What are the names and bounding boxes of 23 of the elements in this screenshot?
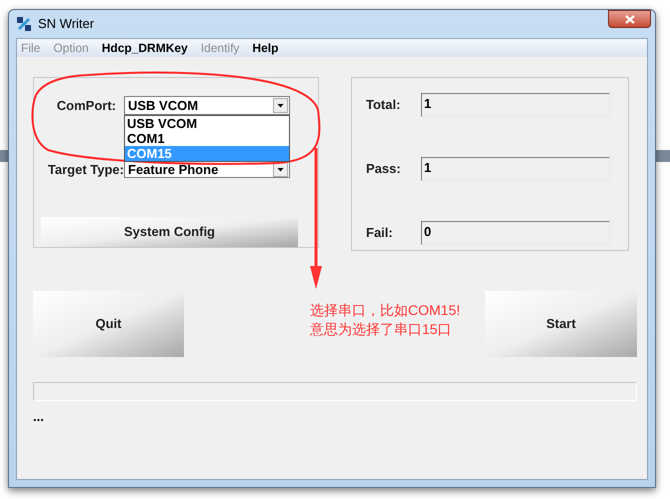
app-icon bbox=[16, 16, 32, 32]
close-button[interactable] bbox=[608, 10, 651, 28]
status-text: ... bbox=[33, 408, 45, 426]
background-window-strip bbox=[656, 150, 670, 162]
counter-label: Pass: bbox=[366, 160, 402, 178]
counter-label: Total: bbox=[366, 96, 402, 114]
window-title: SN Writer bbox=[38, 15, 94, 34]
background-window-strip bbox=[0, 150, 8, 162]
system-config-button[interactable]: System Config bbox=[41, 217, 298, 247]
counter-field: 0 bbox=[421, 221, 610, 245]
start-button[interactable]: Start bbox=[485, 291, 637, 357]
annotation-text: 意思为选择了串口15口 bbox=[310, 320, 453, 339]
comport-label: ComPort: bbox=[56, 97, 117, 115]
quit-button[interactable]: Quit bbox=[33, 291, 184, 357]
comport-option[interactable]: COM1 bbox=[125, 131, 289, 146]
close-icon bbox=[624, 14, 634, 24]
counter-label: Fail: bbox=[366, 224, 394, 242]
menu-item[interactable]: Hdcp_DRMKey bbox=[102, 39, 188, 57]
menu-item[interactable]: Help bbox=[252, 39, 278, 57]
counter-field: 1 bbox=[421, 157, 610, 181]
comport-dropdown[interactable]: USB VCOM bbox=[124, 96, 290, 116]
annotation-text: 选择串口，比如COM15! bbox=[310, 301, 460, 320]
counter-field: 1 bbox=[421, 93, 610, 117]
